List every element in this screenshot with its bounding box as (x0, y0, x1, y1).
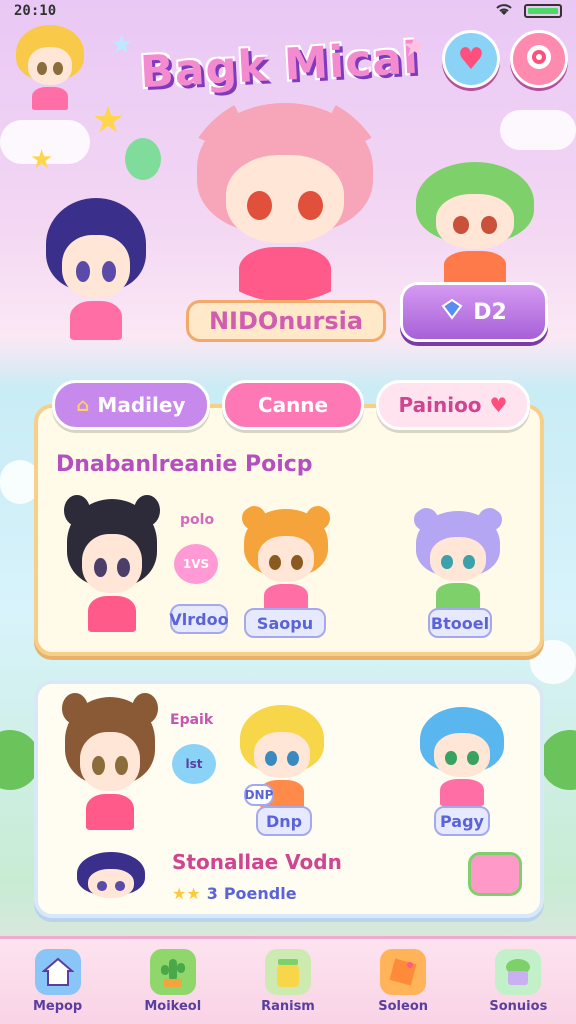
star-icon: ★★ (172, 884, 201, 903)
tab-canne[interactable]: Canne (222, 380, 364, 430)
battery-icon (524, 4, 562, 18)
heart-icon: ♥ (489, 393, 508, 417)
gem-icon (441, 298, 463, 326)
house-icon (34, 949, 81, 995)
speech-bubble: lst (172, 744, 216, 784)
character-card[interactable] (408, 506, 508, 610)
nav-label: Moikeol (144, 999, 202, 1014)
small-label: polo (180, 512, 215, 528)
character-label: Saopu (244, 608, 326, 638)
character-label: Pagy (434, 806, 490, 836)
sign-label: DNP (244, 784, 274, 806)
star-icon: ★ (110, 30, 134, 60)
character-left[interactable] (36, 190, 156, 340)
badge-text: lst (185, 757, 203, 771)
character-label: Btooel (428, 608, 492, 638)
tab-label: Painioo (398, 393, 482, 417)
gem-count: D2 (473, 299, 507, 325)
heart-icon: ♥ (457, 41, 485, 77)
character-right[interactable] (405, 155, 545, 285)
nav-item-soleon[interactable]: Soleon (353, 949, 453, 1014)
nav-item-ranism[interactable]: Ranism (238, 949, 338, 1014)
tab-label: Canne (257, 393, 329, 417)
character-label: Dnp (256, 806, 312, 836)
gift-icon[interactable] (468, 852, 522, 896)
nav-item-mepop[interactable]: Mepop (8, 949, 108, 1014)
balloon-icon (125, 138, 161, 180)
settings-button[interactable] (510, 30, 568, 88)
stars-row: ★★ 3 Poendle (172, 884, 297, 903)
character-card[interactable] (70, 848, 152, 918)
cloud (500, 110, 576, 150)
tab-madiley[interactable]: ⌂ Madiley (52, 380, 210, 430)
star-icon: ★ (402, 30, 428, 63)
nav-label: Mepop (32, 999, 83, 1014)
status-bar: 20:10 (0, 0, 576, 22)
nav-label: Ranism (261, 999, 315, 1014)
character-card[interactable] (412, 702, 512, 806)
target-icon (524, 42, 554, 76)
panel-title: Dnabanlreanie Poicp (56, 452, 313, 477)
house-icon: ⌂ (76, 394, 90, 416)
tag-icon (380, 949, 427, 995)
main-character[interactable] (180, 92, 390, 302)
cactus-icon (149, 949, 196, 995)
character-label: Vlrdoo (169, 604, 229, 634)
gem-counter-button[interactable]: D2 (400, 282, 548, 342)
star-icon: ★ (30, 145, 54, 175)
nav-label: Soleon (378, 999, 429, 1014)
panel-subtitle: Stonallae Vodn (172, 850, 342, 874)
star-icon: ★ (92, 100, 125, 141)
stars-label: Poendle (223, 884, 297, 903)
character-card[interactable] (236, 504, 336, 612)
bottom-navigation: Mepop Moikeol Ranism Soleon Sonuios (0, 936, 576, 1024)
badge-text: 1VS (182, 557, 210, 571)
cake-icon (495, 949, 542, 995)
jar-icon (264, 949, 311, 995)
character-card[interactable] (56, 690, 164, 830)
small-label: Epaik (170, 712, 214, 728)
nav-label: Sonuios (489, 999, 548, 1014)
tab-painioo[interactable]: Painioo ♥ (376, 380, 530, 430)
clock: 20:10 (14, 3, 57, 19)
speech-bubble: 1VS (174, 544, 218, 584)
nav-item-sonuios[interactable]: Sonuios (468, 949, 568, 1014)
tab-label: Madiley (97, 393, 186, 417)
character-card[interactable] (58, 492, 166, 632)
stars-count: 3 (206, 884, 218, 903)
wifi-icon (494, 1, 514, 21)
avatar[interactable] (10, 20, 90, 110)
nav-item-moikeol[interactable]: Moikeol (123, 949, 223, 1014)
favorites-button[interactable]: ♥ (442, 30, 500, 88)
player-name: NIDOnursia (186, 300, 386, 342)
